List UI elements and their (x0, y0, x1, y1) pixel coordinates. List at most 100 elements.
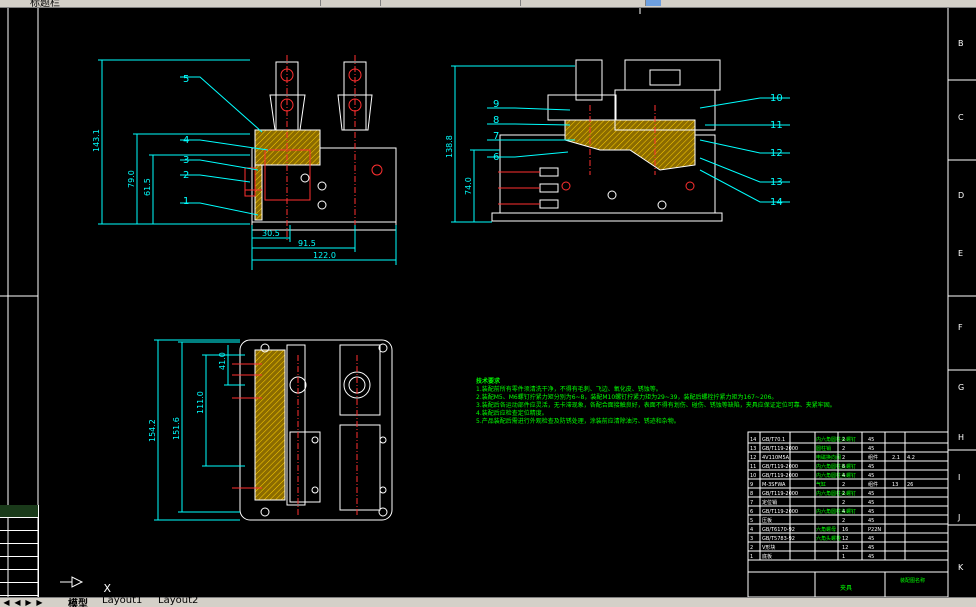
bom-cell: 45 (868, 554, 874, 560)
border-letter: B (958, 39, 964, 48)
dim-text: 122.0 (313, 251, 336, 260)
balloon-label: 11 (770, 120, 783, 131)
border-letter: I (958, 473, 960, 482)
dim-text: 41.0 (218, 352, 227, 370)
bom-cell: 2 (842, 518, 845, 524)
notes-line: 3.装配后各运动部件应灵活，无卡滞现象，各配合面接触良好，表面不得有划伤、碰伤、… (476, 402, 836, 409)
side-view: 138.8 74.0 9 8 7 6 10 11 12 13 14 (445, 59, 790, 223)
toolbar-dropdown-linetype[interactable] (520, 0, 641, 6)
bom-cell: 电磁换向阀 (816, 454, 841, 461)
bom-cell: 12 (842, 545, 848, 551)
bom-cell: GB/T119-2000 (762, 491, 798, 497)
tab-layout1[interactable]: Layout1 (102, 595, 142, 606)
border-letter: J (957, 513, 960, 522)
bom-cell: 内六角圆柱头螺钉 (816, 508, 856, 515)
border-letter: D (958, 191, 964, 200)
bom-cell: 2 (842, 482, 845, 488)
bom-cell: 六角螺母 (816, 526, 836, 533)
bom-cell: 内六角圆柱头螺钉 (816, 490, 856, 497)
bom-cell: 16 (842, 527, 848, 533)
bom-cell: 45 (868, 536, 874, 542)
drawing-canvas[interactable]: B C D E F G H I J K 143.1 79.0 61.5 30.5… (0, 8, 976, 605)
bom-cell: 定位销 (762, 499, 777, 506)
notes-title: 技术要求 (476, 378, 501, 385)
bom-cell: 2 (842, 446, 845, 452)
ucs-axis-label: X (103, 582, 112, 595)
bom-cell: 1 (750, 554, 753, 560)
balloon-label: 9 (493, 99, 499, 110)
bom-cell: 4 (842, 509, 845, 515)
bom-cell: 2 (842, 455, 845, 461)
toolbar-dropdown[interactable] (320, 0, 361, 6)
balloon-label: 5 (183, 74, 189, 85)
bom-cell: 4.2 (907, 455, 915, 461)
tab-layout2[interactable]: Layout2 (158, 595, 198, 606)
cad-window: { "toolbar": {"label": "标题栏"}, "views": … (0, 0, 976, 607)
prev-tab-icon[interactable]: ◀ (13, 598, 22, 607)
bom-cell: GB/T119-2000 (762, 473, 798, 479)
ucs-icon: X (60, 572, 111, 595)
last-tab-icon[interactable]: ▶ (35, 598, 44, 607)
bom-cell: 压板 (762, 517, 772, 524)
balloon-label: 4 (183, 135, 189, 146)
bom-cell: 4 (842, 473, 845, 479)
border-letters: B C D E F G H I J K (957, 39, 964, 572)
bom-cell: 13 (892, 482, 898, 488)
dim-text: 143.1 (92, 129, 101, 152)
bom-cell: 气缸 (816, 481, 826, 488)
bom-cell: 6 (750, 509, 753, 515)
dim-text: 74.0 (464, 177, 473, 195)
bom-cell: 2 (842, 437, 845, 443)
notes-line: 5.产品装配后需进行外观检查及防锈处理，涂装前应清除油污、锈迹和杂物。 (476, 418, 680, 425)
dim-text: 151.6 (172, 417, 181, 440)
bom-cell: 12 (750, 455, 756, 461)
bom-cell: 45 (868, 437, 874, 443)
dim-text: 111.0 (196, 391, 205, 414)
balloon-label: 7 (493, 131, 499, 142)
layout-tabs: ◀ ◀ ▶ ▶ 模型 Layout1 Layout2 (0, 595, 976, 607)
first-tab-icon[interactable]: ◀ (2, 598, 11, 607)
bom-cell: P22N (868, 527, 881, 533)
ucs-arrow-icon (60, 576, 84, 588)
toolbar-icon[interactable] (645, 0, 661, 6)
bom-cell: 2 (750, 545, 753, 551)
bom-cell: 内六角圆柱头螺钉 (816, 472, 856, 479)
bom-cell: 8 (750, 491, 753, 497)
next-tab-icon[interactable]: ▶ (24, 598, 33, 607)
balloon-label: 1 (183, 196, 189, 207)
border-letter: K (958, 563, 964, 572)
bom-cell: 内六角圆柱头螺钉 (816, 436, 856, 443)
bom-cell: 2 (842, 491, 845, 497)
title-part-label: 夹具 (840, 584, 852, 592)
balloon-label: 8 (493, 115, 499, 126)
notes-line: 4.装配后应检查定位精度。 (476, 410, 548, 417)
toolbar-dropdown-layer[interactable] (380, 0, 511, 6)
bom-cell: 10 (750, 473, 756, 479)
bom-cell: 45 (868, 446, 874, 452)
bom-cell: 45 (868, 491, 874, 497)
bom-cell: 组件 (868, 481, 878, 488)
balloon-label: 14 (770, 197, 783, 208)
dim-text: 138.8 (445, 135, 454, 158)
bom-cell: 45 (868, 518, 874, 524)
bom-cell: 2 (842, 500, 845, 506)
bom-cell: 8 (842, 464, 845, 470)
bom-cell: GB/T119-2000 (762, 509, 798, 515)
balloon-label: 6 (493, 152, 499, 163)
bom-cell: 14 (750, 437, 756, 443)
bom-cell: 3 (750, 536, 753, 542)
notes-line: 1.装配前所有零件须清洗干净，不得有毛刺、飞边、氧化皮、锈蚀等。 (476, 386, 662, 393)
bom-cell: 2.1 (892, 455, 900, 461)
toolbar-strip: 标题栏 (0, 0, 976, 9)
border-letter: H (958, 433, 964, 442)
notes-line: 2.装配M5、M6螺钉拧紧力矩分别为6~8，装配M10螺钉拧紧力矩为29~39，… (476, 394, 778, 401)
bom-cell: 底板 (762, 553, 772, 560)
balloon-label: 12 (770, 148, 783, 159)
technical-notes: 技术要求 1.装配前所有零件须清洗干净，不得有毛刺、飞边、氧化皮、锈蚀等。 2.… (476, 378, 836, 426)
bom-cell: 45 (868, 545, 874, 551)
tab-model[interactable]: 模型 (68, 595, 88, 607)
top-view: 41.0 111.0 151.6 154.2 (148, 339, 393, 521)
dim-text: 30.5 (262, 229, 280, 238)
bom-cell: 六角头螺栓 (816, 535, 841, 542)
bom-table: 14 GB/T70.1 内六角圆柱头螺钉2 4513 GB/T119-2000 圆柱销 2 4… (747, 431, 949, 598)
